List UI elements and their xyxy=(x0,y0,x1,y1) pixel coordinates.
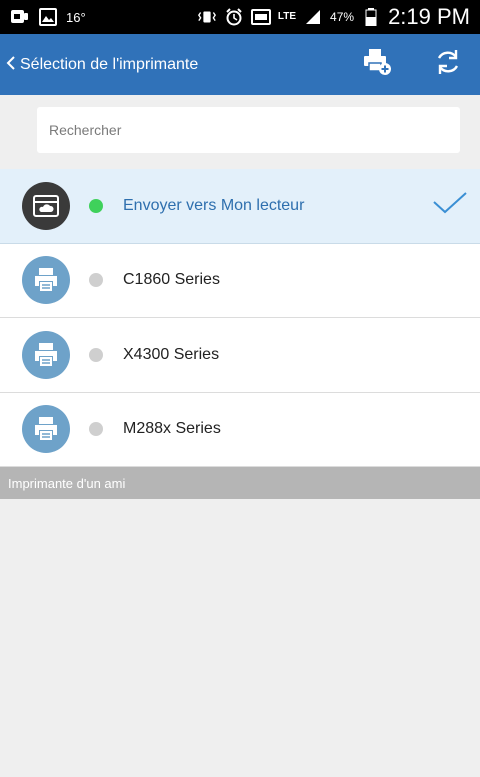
clock-text: 2:19 PM xyxy=(388,4,470,29)
status-bar: 16° LTE 47% 2:19 PM xyxy=(0,0,480,34)
temperature-text: 16° xyxy=(66,9,86,25)
printer-row[interactable]: C1860 Series xyxy=(0,243,480,318)
printer-icon xyxy=(22,256,70,305)
printer-label: M288x Series xyxy=(123,420,221,438)
offline-status-dot xyxy=(89,347,103,362)
online-status-dot xyxy=(89,198,103,213)
chevron-left-icon xyxy=(6,55,16,75)
search-area xyxy=(0,95,480,169)
data-saver-icon xyxy=(250,7,271,27)
page-title: Sélection de l'imprimante xyxy=(20,55,199,73)
battery-percent-text: 47% xyxy=(330,10,355,24)
printer-icon xyxy=(22,330,70,379)
refresh-icon[interactable] xyxy=(434,48,462,81)
section-label: Imprimante d'un ami xyxy=(8,475,126,491)
printer-row[interactable]: X4300 Series xyxy=(0,318,480,393)
printer-list: Envoyer vers Mon lecteur C1860 Series X4… xyxy=(0,169,480,467)
network-type-text: LTE xyxy=(277,11,297,22)
app-notification-icon xyxy=(10,7,30,27)
offline-status-dot xyxy=(89,422,103,437)
printer-row-my-drive[interactable]: Envoyer vers Mon lecteur xyxy=(0,169,480,244)
printer-label: C1860 Series xyxy=(123,271,220,289)
offline-status-dot xyxy=(89,273,103,288)
alarm-icon xyxy=(224,7,244,27)
printer-add-icon[interactable] xyxy=(362,48,392,81)
battery-icon xyxy=(361,7,381,27)
search-input[interactable] xyxy=(37,107,460,153)
printer-label: Envoyer vers Mon lecteur xyxy=(123,196,305,214)
printer-icon xyxy=(22,405,70,454)
my-drive-icon xyxy=(22,181,70,230)
printer-row[interactable]: M288x Series xyxy=(0,392,480,467)
signal-icon xyxy=(303,7,323,27)
section-header-friend-printers: Imprimante d'un ami xyxy=(0,467,480,499)
image-notification-icon xyxy=(38,7,58,27)
printer-label: X4300 Series xyxy=(123,345,220,363)
checkmark-icon xyxy=(432,191,468,220)
app-bar: Sélection de l'imprimante xyxy=(0,34,480,95)
back-button[interactable]: Sélection de l'imprimante xyxy=(0,34,198,95)
vibrate-icon xyxy=(197,7,217,27)
